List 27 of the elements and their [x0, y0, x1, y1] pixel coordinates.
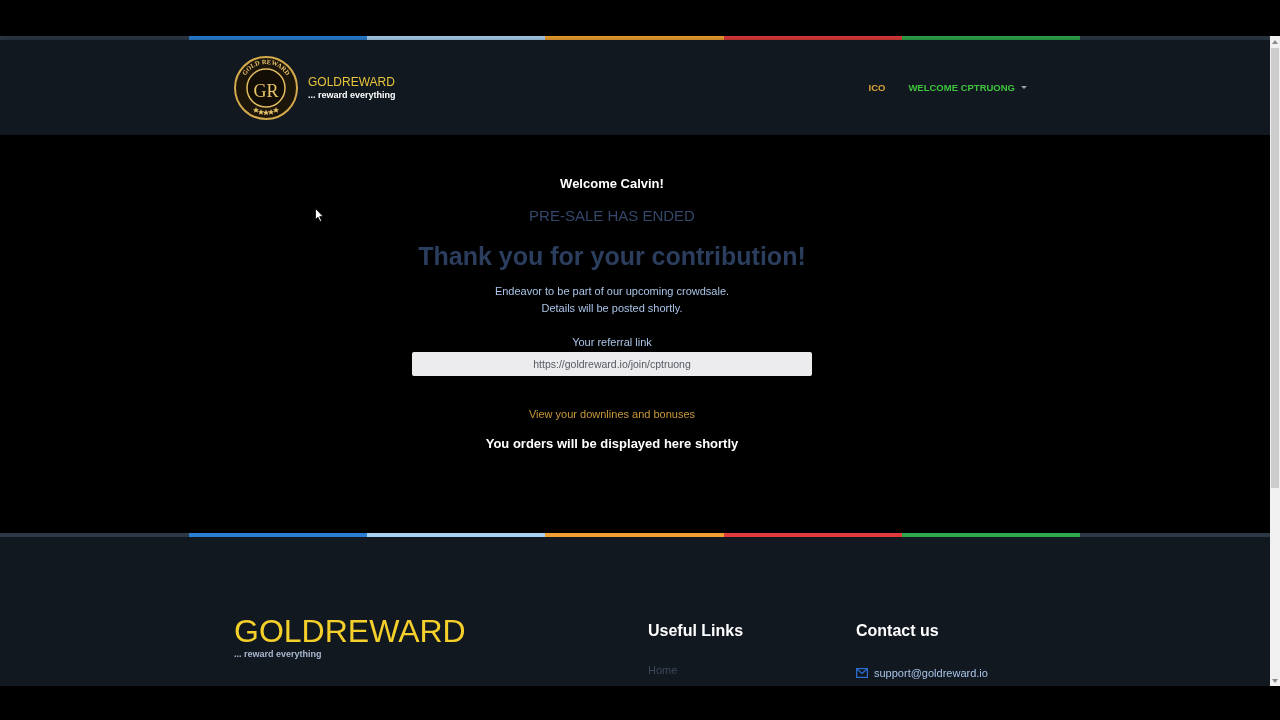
nav-link[interactable]: ICO — [868, 80, 886, 95]
scrollbar-thumb[interactable] — [1271, 48, 1279, 488]
presale-status: PRE-SALE HAS ENDED — [529, 206, 695, 226]
logo-emblem-drawing — [234, 55, 298, 120]
footer-brand-name: GOLDREWARD — [234, 614, 466, 648]
user-menu-button[interactable]: WELCOME CPTRUONG — [908, 80, 1027, 95]
downlines-link[interactable]: View your downlines and bonuses — [528, 406, 696, 422]
scrollbar-track[interactable] — [1270, 36, 1280, 686]
contact-heading: Contact us — [856, 621, 939, 641]
brand-name: GOLDREWARD — [308, 74, 396, 89]
message-line: Endeavor to be part of our upcoming crowdsale. — [494, 284, 730, 299]
welcome-heading: Welcome Calvin! — [560, 175, 664, 193]
referral-link-field[interactable]: https://goldreward.io/join/cptruong — [412, 352, 812, 376]
envelope-icon — [856, 668, 868, 678]
logo-monogram: GR — [253, 80, 279, 101]
contact-email-link[interactable]: support@goldreward.io — [874, 665, 988, 681]
cursor-icon — [315, 208, 324, 222]
scroll-down-icon[interactable] — [1272, 679, 1278, 683]
brand-tagline: ... reward everything — [308, 88, 396, 101]
caret-icon — [1021, 86, 1027, 89]
message-line: Details will be posted shortly. — [541, 301, 683, 316]
thank-you-heading: Thank you for your contribution! — [418, 241, 806, 272]
useful-links-heading: Useful Links — [648, 621, 744, 641]
scroll-up-icon[interactable] — [1272, 40, 1278, 44]
footer-brand-tagline: ... reward everything — [234, 648, 322, 660]
referral-label: Your referral link — [572, 335, 652, 350]
orders-note: You orders will be displayed here shortly — [485, 435, 739, 453]
